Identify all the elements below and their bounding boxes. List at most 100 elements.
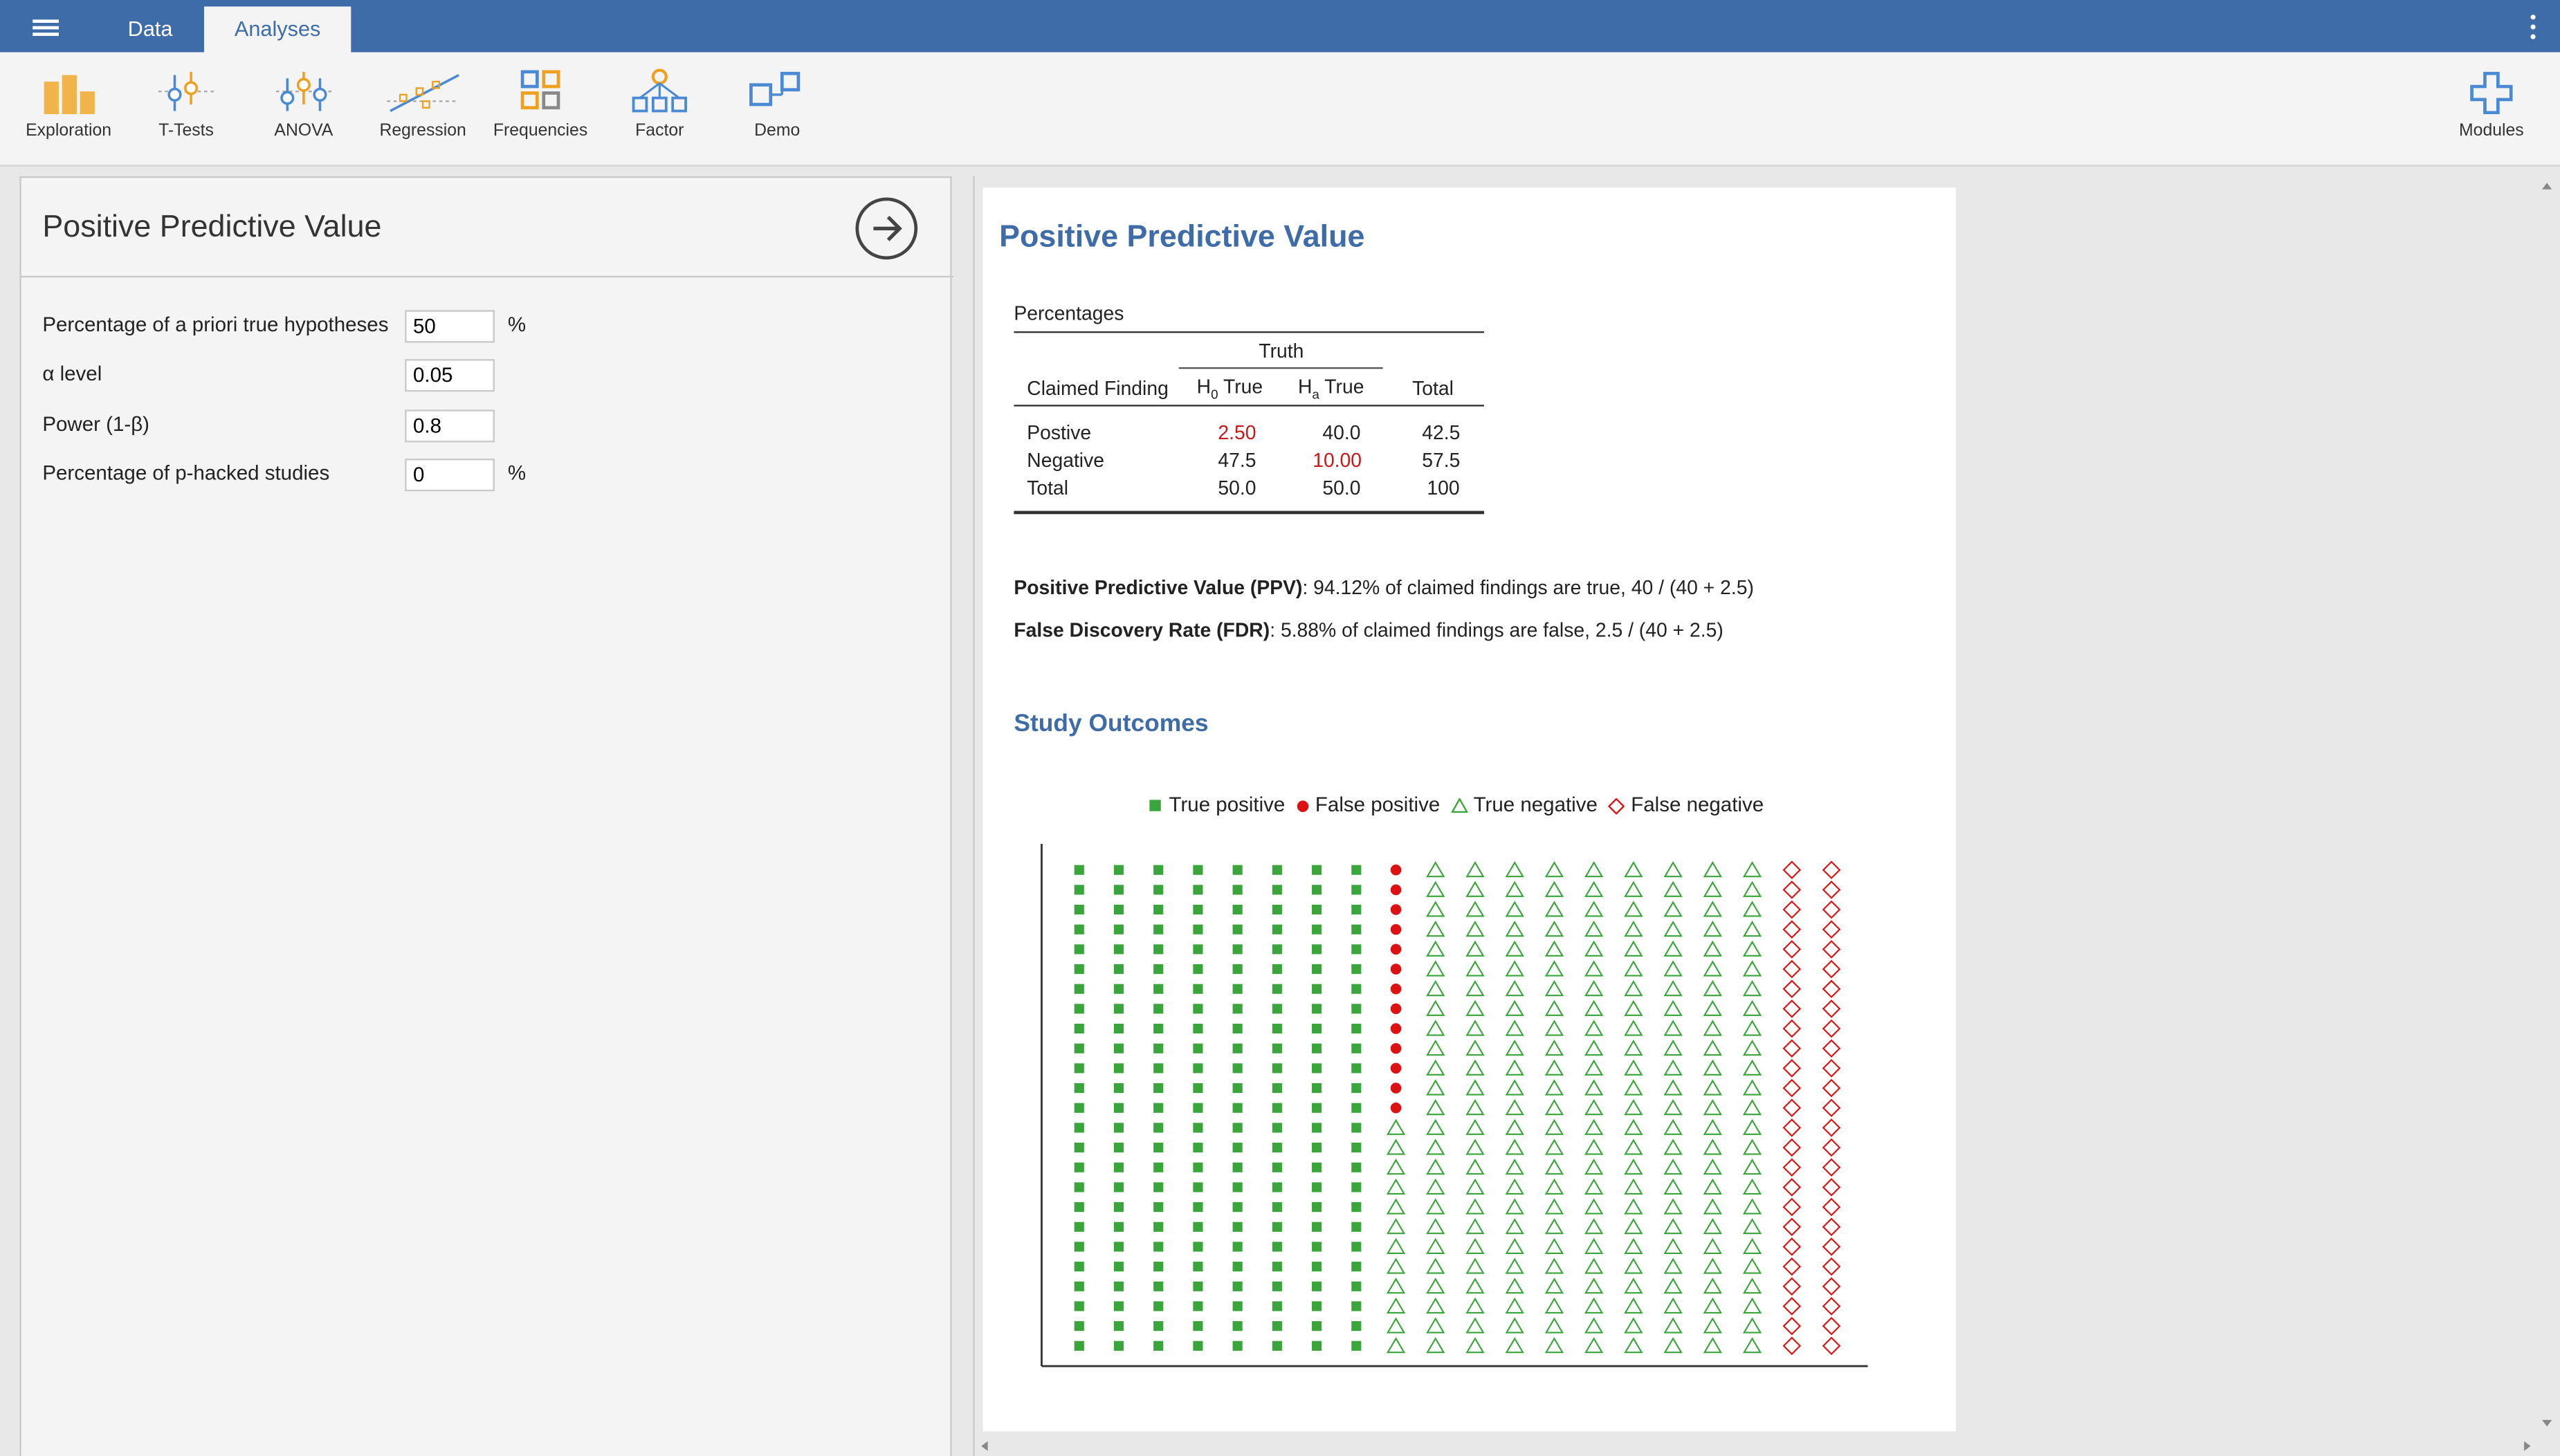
true-negative-marker <box>1584 1020 1604 1036</box>
true-positive-marker <box>1153 1083 1164 1094</box>
factor-icon <box>632 68 687 113</box>
true-positive-marker <box>1351 1281 1362 1291</box>
true-negative-marker <box>1742 901 1762 917</box>
frequencies-button[interactable]: Frequencies <box>482 65 599 156</box>
true-negative-marker <box>1742 1020 1762 1036</box>
true-negative-marker <box>1426 1159 1445 1175</box>
true-negative-marker <box>1624 1020 1643 1036</box>
true-negative-marker <box>1426 1317 1445 1334</box>
true-positive-marker <box>1113 885 1124 895</box>
true-negative-marker <box>1624 980 1643 997</box>
true-positive-marker <box>1153 1262 1164 1272</box>
true-negative-marker <box>1505 1218 1524 1235</box>
anova-button[interactable]: ANOVA <box>245 65 363 156</box>
tab-data[interactable]: Data <box>101 6 199 52</box>
true-negative-marker <box>1386 1337 1406 1354</box>
top-bar: Data Analyses <box>0 0 2560 53</box>
true-negative-marker <box>1426 1099 1445 1116</box>
true-negative-marker <box>1663 999 1683 1016</box>
power-input[interactable] <box>405 409 495 443</box>
true-positive-marker <box>1232 1202 1243 1213</box>
true-positive-marker <box>1312 964 1322 975</box>
true-positive-marker <box>1074 984 1084 994</box>
true-negative-marker <box>1584 1178 1604 1195</box>
true-negative-marker <box>1742 960 1762 977</box>
true-positive-marker <box>1272 1202 1282 1213</box>
row-positive-label: Postive <box>1027 421 1092 444</box>
hamburger-menu-icon[interactable] <box>33 19 59 36</box>
true-positive-marker <box>1074 1063 1084 1073</box>
false-negative-marker <box>1782 1078 1802 1098</box>
true-negative-marker <box>1505 1099 1524 1116</box>
true-positive-marker <box>1074 1262 1084 1272</box>
false-negative-marker <box>1782 1197 1802 1217</box>
scroll-up-arrow-icon[interactable] <box>2542 183 2552 190</box>
true-negative-marker <box>1742 1297 1762 1314</box>
scroll-down-arrow-icon[interactable] <box>2542 1419 2552 1427</box>
arrow-right-icon[interactable] <box>855 197 918 260</box>
true-negative-marker <box>1624 1278 1643 1294</box>
true-positive-marker <box>1193 1301 1203 1311</box>
true-positive-marker <box>1272 1321 1282 1331</box>
factor-button[interactable]: Factor <box>601 65 718 156</box>
true-positive-marker <box>1232 1063 1243 1073</box>
true-positive-marker <box>1351 1321 1362 1331</box>
true-positive-marker <box>1113 865 1124 875</box>
true-negative-marker <box>1465 1317 1485 1334</box>
true-positive-marker <box>1113 1023 1124 1034</box>
true-negative-marker <box>1663 1020 1683 1036</box>
true-positive-marker <box>1113 1281 1124 1291</box>
modules-button[interactable]: Modules <box>2433 65 2550 156</box>
true-negative-marker <box>1624 921 1643 937</box>
regression-button[interactable]: Regression <box>364 65 482 156</box>
t-tests-button[interactable]: T-Tests <box>127 65 245 156</box>
true-negative-marker <box>1465 1297 1485 1314</box>
true-negative-marker <box>1584 1337 1604 1354</box>
true-positive-marker <box>1351 1063 1362 1073</box>
true-positive-marker <box>1193 964 1203 975</box>
demo-button[interactable]: Demo <box>718 65 836 156</box>
true-negative-marker <box>1663 1059 1683 1076</box>
more-options-icon[interactable] <box>2525 15 2539 41</box>
true-negative-marker <box>1703 999 1722 1016</box>
true-positive-marker <box>1312 865 1322 875</box>
true-positive-marker <box>1232 1103 1243 1113</box>
true-negative-marker <box>1426 901 1445 917</box>
true-negative-marker <box>1742 1317 1762 1334</box>
true-positive-marker <box>1232 1123 1243 1133</box>
true-negative-marker <box>1505 1317 1524 1334</box>
true-negative-marker <box>1663 1118 1683 1135</box>
true-positive-marker <box>1193 865 1203 875</box>
alpha-level-input[interactable] <box>405 359 495 392</box>
true-negative-marker <box>1505 1079 1524 1096</box>
true-positive-marker <box>1074 1340 1084 1351</box>
true-positive-marker <box>1312 1321 1322 1331</box>
scroll-left-arrow-icon[interactable] <box>981 1441 988 1451</box>
true-negative-marker <box>1742 980 1762 997</box>
true-negative-marker <box>1465 1178 1485 1195</box>
tab-analyses[interactable]: Analyses <box>203 6 351 53</box>
apriori-true-input[interactable] <box>405 310 495 343</box>
scroll-right-arrow-icon[interactable] <box>2524 1441 2531 1451</box>
true-positive-marker <box>1074 1123 1084 1133</box>
true-negative-marker <box>1703 1059 1722 1076</box>
true-negative-marker <box>1703 921 1722 937</box>
true-positive-marker <box>1232 1242 1243 1252</box>
exploration-button[interactable]: Exploration <box>10 65 127 156</box>
false-negative-marker <box>1822 881 1841 899</box>
true-positive-marker <box>1153 1123 1164 1133</box>
true-positive-marker <box>1272 1162 1282 1172</box>
true-positive-marker <box>1272 1242 1282 1252</box>
true-positive-marker <box>1193 1321 1203 1331</box>
true-positive-marker <box>1232 1321 1243 1331</box>
true-positive-marker <box>1074 1103 1084 1113</box>
true-positive-marker <box>1193 1043 1203 1053</box>
true-positive-marker <box>1312 1262 1322 1272</box>
true-negative-marker <box>1544 901 1564 917</box>
false-positive-marker <box>1390 964 1402 975</box>
p-hacked-input[interactable] <box>405 459 495 492</box>
true-negative-marker <box>1505 1257 1524 1274</box>
false-negative-marker <box>1822 1178 1841 1197</box>
true-positive-marker <box>1272 1182 1282 1192</box>
true-positive-marker <box>1312 1063 1322 1073</box>
